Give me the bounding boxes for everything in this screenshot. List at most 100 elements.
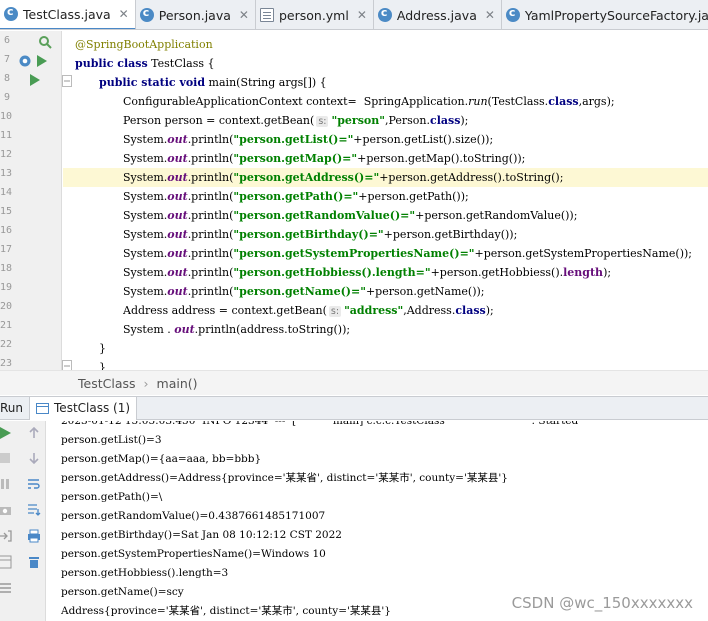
- console-line: person.getPath()=\: [61, 491, 163, 503]
- string-literal: "person.getPath()=": [233, 190, 359, 203]
- keyword: class: [548, 95, 579, 108]
- soft-wrap-icon[interactable]: [27, 477, 41, 491]
- close-icon[interactable]: ✕: [239, 8, 249, 22]
- code-text: TestClass {: [147, 57, 215, 70]
- run-gutter-icon[interactable]: [29, 73, 41, 90]
- code-text: .println(: [187, 285, 234, 298]
- breadcrumb-item-class[interactable]: TestClass: [78, 376, 136, 391]
- console-line: person.getName()=scy: [61, 586, 184, 598]
- java-class-icon: [4, 5, 18, 21]
- string-literal: "person.getBirthday()=": [233, 228, 384, 241]
- code-text: +person.getHobbiess().: [430, 266, 564, 279]
- code-text: ,Person.: [384, 114, 430, 127]
- line-number: 23: [0, 358, 13, 369]
- code-text: );: [603, 266, 612, 279]
- code-text: .println(: [187, 266, 234, 279]
- static-field: out: [167, 247, 188, 260]
- tab-label: person.yml: [278, 7, 349, 23]
- parameter-hint: s:: [328, 306, 342, 317]
- up-arrow-icon[interactable]: [27, 426, 41, 440]
- static-field: out: [167, 152, 188, 165]
- caret-line: System.out.println("person.getAddress()=…: [63, 168, 708, 187]
- close-icon[interactable]: ✕: [485, 8, 495, 22]
- scroll-to-end-icon[interactable]: [27, 503, 41, 517]
- static-field: out: [167, 228, 188, 241]
- string-literal: "person.getAddress()=": [233, 171, 380, 184]
- java-class-icon: [139, 6, 154, 22]
- breadcrumb-item-method[interactable]: main(): [157, 376, 198, 391]
- tab-person-java[interactable]: Person.java ✕: [136, 0, 256, 29]
- code-text: run: [468, 95, 488, 108]
- spring-bean-icon[interactable]: [18, 54, 32, 71]
- code-area[interactable]: @SpringBootApplication public class Test…: [63, 31, 708, 370]
- down-arrow-icon[interactable]: [27, 451, 41, 465]
- code-text: +person.getRandomValue());: [415, 209, 578, 222]
- code-line: ConfigurableApplicationContext context= …: [123, 92, 708, 111]
- code-text: Person person = context.getBean(: [123, 114, 315, 127]
- code-text: System.: [123, 190, 168, 203]
- string-literal: "person": [331, 114, 385, 127]
- parameter-hint: s:: [316, 116, 329, 127]
- code-text: +person.getAddress().toString();: [379, 171, 564, 184]
- run-console[interactable]: 2023-01-12 15:05:03.450 INFO 12344 --- […: [0, 421, 708, 621]
- code-text: System.: [123, 171, 168, 184]
- run-gutter-icon[interactable]: [36, 54, 48, 71]
- code-text: .println(address.toString());: [194, 323, 351, 336]
- list-icon[interactable]: [0, 581, 12, 595]
- static-field: out: [167, 266, 188, 279]
- layout-icon[interactable]: [0, 555, 12, 569]
- code-text: +person.getBirthday());: [383, 228, 518, 241]
- code-text: (TestClass.: [487, 95, 549, 108]
- code-text: System.: [123, 285, 168, 298]
- tab-testclass-java[interactable]: TestClass.java ✕: [0, 0, 136, 29]
- line-number: 22: [0, 339, 13, 350]
- rerun-icon[interactable]: [0, 426, 12, 440]
- console-line: person.getMap()={aa=aaa, bb=bbb}: [61, 453, 262, 465]
- run-config-tab[interactable]: TestClass (1): [29, 396, 138, 420]
- pause-icon[interactable]: [0, 477, 12, 491]
- print-icon[interactable]: [27, 529, 41, 543]
- java-class-icon: [377, 6, 392, 22]
- line-number: 9: [3, 92, 10, 103]
- code-text: Address address = context.getBean(: [123, 304, 327, 317]
- console-output[interactable]: 2023-01-12 15:05:03.450 INFO 12344 --- […: [61, 421, 708, 621]
- console-line: person.getBirthday()=Sat Jan 08 10:12:12…: [61, 529, 342, 541]
- code-text: System.: [123, 228, 168, 241]
- string-literal: "address": [344, 304, 404, 317]
- code-text: .println(: [187, 228, 234, 241]
- editor-tab-bar: TestClass.java ✕ Person.java ✕ person.ym…: [0, 0, 708, 30]
- keyword: class: [455, 304, 486, 317]
- run-panel-label[interactable]: Run: [0, 401, 23, 415]
- close-icon[interactable]: ✕: [119, 7, 129, 21]
- line-number: 11: [0, 130, 13, 141]
- console-line: person.getSystemPropertiesName()=Windows…: [61, 548, 326, 560]
- code-text: System.: [123, 152, 168, 165]
- spring-boot-icon[interactable]: [38, 35, 52, 52]
- code-text: .println(: [187, 133, 234, 146]
- tab-person-yml[interactable]: person.yml ✕: [256, 0, 374, 29]
- tab-label: Address.java: [396, 7, 477, 23]
- tab-address-java[interactable]: Address.java ✕: [374, 0, 502, 29]
- line-number: 7: [3, 54, 10, 65]
- code-text: .println(: [187, 152, 234, 165]
- code-text: .println(: [187, 247, 234, 260]
- keyword: public static void: [99, 76, 206, 89]
- code-line: }: [99, 358, 708, 370]
- stop-icon[interactable]: [0, 451, 12, 465]
- tab-yamlpropertysourcefactory-java[interactable]: YamlPropertySourceFactory.java: [502, 0, 708, 29]
- code-editor[interactable]: 6 7 8 9 10 11 12 13 14 15 16 17 18 19 20…: [0, 31, 708, 370]
- static-field: out: [167, 133, 188, 146]
- static-field: out: [167, 171, 188, 184]
- trash-icon[interactable]: [27, 555, 41, 569]
- console-line: person.getList()=3: [61, 434, 162, 446]
- code-text: ,args);: [578, 95, 615, 108]
- console-line: person.getAddress()=Address{province='某某…: [61, 472, 508, 484]
- static-field: out: [167, 209, 188, 222]
- close-icon[interactable]: ✕: [357, 8, 367, 22]
- login-icon[interactable]: [0, 529, 12, 543]
- code-line: System . out.println(address.toString())…: [123, 320, 708, 339]
- camera-icon[interactable]: [0, 503, 12, 517]
- code-text: System.: [123, 133, 168, 146]
- code-text: ConfigurableApplicationContext context= …: [123, 95, 469, 108]
- code-line: public static void main(String args[]) {: [99, 73, 708, 92]
